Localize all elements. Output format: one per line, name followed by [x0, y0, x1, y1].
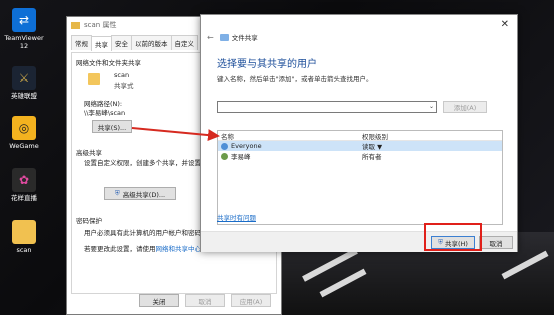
annotation-arrow [131, 127, 220, 142]
